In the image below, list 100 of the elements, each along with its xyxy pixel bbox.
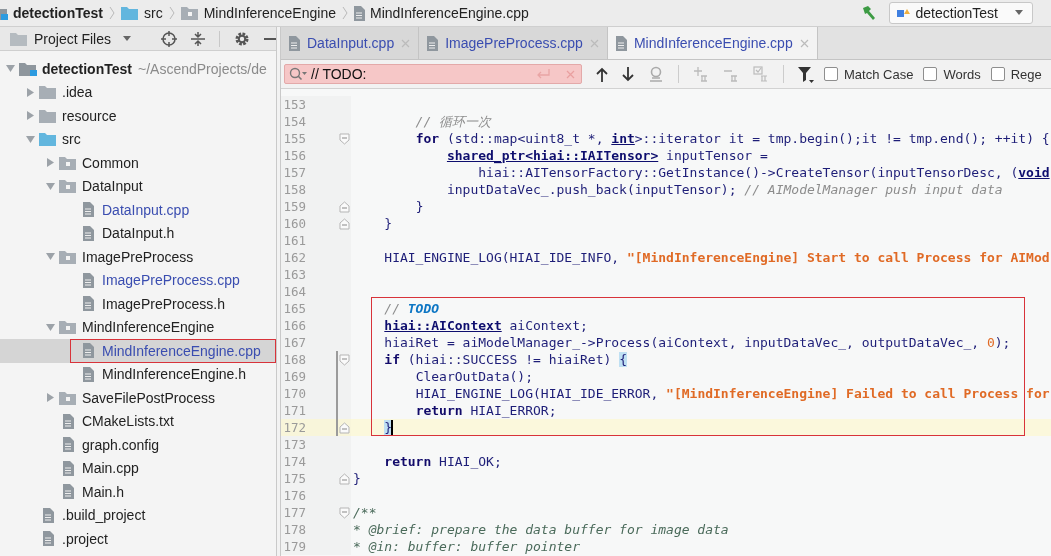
- newline-icon[interactable]: [536, 69, 550, 79]
- editor-tab[interactable]: ImagePreProcess.cpp: [419, 27, 608, 59]
- folder-icon: [180, 6, 199, 20]
- file-icon: [62, 460, 74, 476]
- option-checkbox[interactable]: Rege: [990, 66, 1042, 82]
- search-icon[interactable]: [289, 67, 307, 81]
- fold-marker-icon[interactable]: [339, 132, 350, 145]
- collapse-arrow-icon[interactable]: [45, 252, 55, 262]
- close-icon[interactable]: [401, 38, 411, 48]
- crosshair-icon[interactable]: [161, 30, 178, 47]
- tree-item[interactable]: DataInput.h: [0, 221, 276, 245]
- collapse-arrow-icon[interactable]: [25, 134, 35, 144]
- add-occurrence-icon[interactable]: [693, 66, 709, 82]
- folder-icon: [59, 155, 77, 170]
- tree-item[interactable]: src: [0, 127, 276, 151]
- folder-icon: [59, 390, 77, 405]
- tree-item[interactable]: ImagePreProcess.h: [0, 292, 276, 316]
- code-line: * @in: buffer: buffer pointer: [352, 538, 580, 555]
- tree-item[interactable]: CMakeLists.txt: [0, 409, 276, 433]
- option-checkbox[interactable]: Words: [923, 66, 981, 82]
- tree-item[interactable]: ImagePreProcess.cpp: [0, 268, 276, 292]
- collapse-arrow-icon[interactable]: [45, 181, 55, 191]
- line-number: 169: [282, 368, 307, 385]
- file-icon: [82, 366, 94, 382]
- breadcrumb-item[interactable]: MindInferenceEngine.cpp: [351, 5, 531, 21]
- tree-item[interactable]: graph.config: [0, 433, 276, 457]
- expand-arrow-icon[interactable]: [25, 87, 35, 97]
- fold-marker-icon[interactable]: [339, 217, 350, 230]
- folder-icon: [39, 85, 57, 100]
- line-number: 156: [282, 147, 307, 164]
- line-number: 161: [282, 232, 307, 249]
- breadcrumb-item[interactable]: MindInferenceEngine: [178, 5, 338, 21]
- tree-item[interactable]: .project: [0, 527, 276, 551]
- line-number: 159: [282, 198, 307, 215]
- file-icon: [82, 202, 94, 218]
- file-icon: [427, 35, 439, 51]
- folder-icon: [39, 132, 57, 147]
- breadcrumb-item[interactable]: detectionTest: [0, 5, 105, 21]
- tree-item[interactable]: .build_project: [0, 503, 276, 527]
- fold-marker-icon[interactable]: [339, 506, 350, 519]
- caret-icon: [1013, 10, 1025, 16]
- breadcrumb-item[interactable]: src: [119, 5, 165, 21]
- find-occurrences-icon[interactable]: [648, 66, 664, 82]
- expand-arrow-icon[interactable]: [45, 393, 55, 403]
- code-line: ClearOutData();: [414, 368, 534, 385]
- line-number: 179: [282, 538, 307, 555]
- expand-arrow-icon[interactable]: [25, 111, 35, 121]
- tree-item[interactable]: ImagePreProcess: [0, 245, 276, 269]
- minimize-icon[interactable]: [264, 36, 276, 41]
- tree-item[interactable]: SaveFilePostProcess: [0, 386, 276, 410]
- fold-marker-icon[interactable]: [339, 421, 350, 434]
- code-line: return HIAI_ERROR;: [414, 402, 557, 419]
- option-checkbox[interactable]: Match Case: [824, 66, 914, 82]
- file-icon: [82, 296, 94, 312]
- close-icon[interactable]: [799, 38, 809, 48]
- file-icon: [82, 225, 94, 241]
- line-number: 167: [282, 334, 307, 351]
- line-number: 158: [282, 181, 307, 198]
- tree-item[interactable]: Main.h: [0, 480, 276, 504]
- collapse-arrow-icon[interactable]: [45, 322, 55, 332]
- tree-item[interactable]: detectionTest ~/AscendProjects/de: [0, 57, 276, 81]
- fold-marker-icon[interactable]: [339, 472, 350, 485]
- code-line: /**: [352, 504, 377, 521]
- arrow-up-icon[interactable]: [596, 66, 608, 82]
- tree-item[interactable]: DataInput.cpp: [0, 198, 276, 222]
- search-field[interactable]: // TODO:: [284, 64, 582, 84]
- tree-item[interactable]: DataInput: [0, 174, 276, 198]
- settings-icon[interactable]: [234, 30, 251, 47]
- run-config-dropdown[interactable]: detectionTest: [888, 2, 1033, 24]
- folder-icon: [10, 31, 28, 46]
- line-number: 168: [282, 351, 307, 368]
- clear-icon[interactable]: [566, 69, 575, 79]
- editor-tab[interactable]: DataInput.cpp: [281, 27, 420, 59]
- file-icon: [62, 437, 74, 453]
- hammer-icon[interactable]: [860, 5, 877, 21]
- collapse-all-icon[interactable]: [191, 30, 206, 47]
- tree-item[interactable]: MindInferenceEngine.h: [0, 362, 276, 386]
- tree-item[interactable]: MindInferenceEngine.cpp: [0, 339, 276, 363]
- line-number: 154: [282, 113, 307, 130]
- folder-icon: [121, 6, 139, 20]
- tree-item[interactable]: Common: [0, 151, 276, 175]
- fold-marker-icon[interactable]: [339, 353, 350, 366]
- fold-marker-icon[interactable]: [339, 200, 350, 213]
- folder-icon: [39, 108, 57, 123]
- code-line: * @brief: prepare the data buffer for image data: [352, 521, 729, 538]
- editor-tab[interactable]: MindInferenceEngine.cpp: [607, 27, 818, 59]
- code-line: inputDataVec_.push_back(inputTensor); // AIModelManager push input data: [445, 181, 1003, 198]
- filter-icon[interactable]: [798, 65, 814, 83]
- select-all-occurrences-icon[interactable]: [753, 66, 769, 82]
- line-number: 174: [282, 453, 307, 470]
- expand-arrow-icon[interactable]: [45, 158, 55, 168]
- breadcrumb-separator-icon: [341, 6, 348, 20]
- close-icon[interactable]: [589, 38, 599, 48]
- tree-item[interactable]: .idea: [0, 80, 276, 104]
- tree-item[interactable]: resource: [0, 104, 276, 128]
- collapse-arrow-icon[interactable]: [5, 64, 15, 74]
- line-number: 170: [282, 385, 307, 402]
- tree-item[interactable]: MindInferenceEngine: [0, 315, 276, 339]
- arrow-down-icon[interactable]: [622, 66, 634, 82]
- tree-item[interactable]: Main.cpp: [0, 456, 276, 480]
